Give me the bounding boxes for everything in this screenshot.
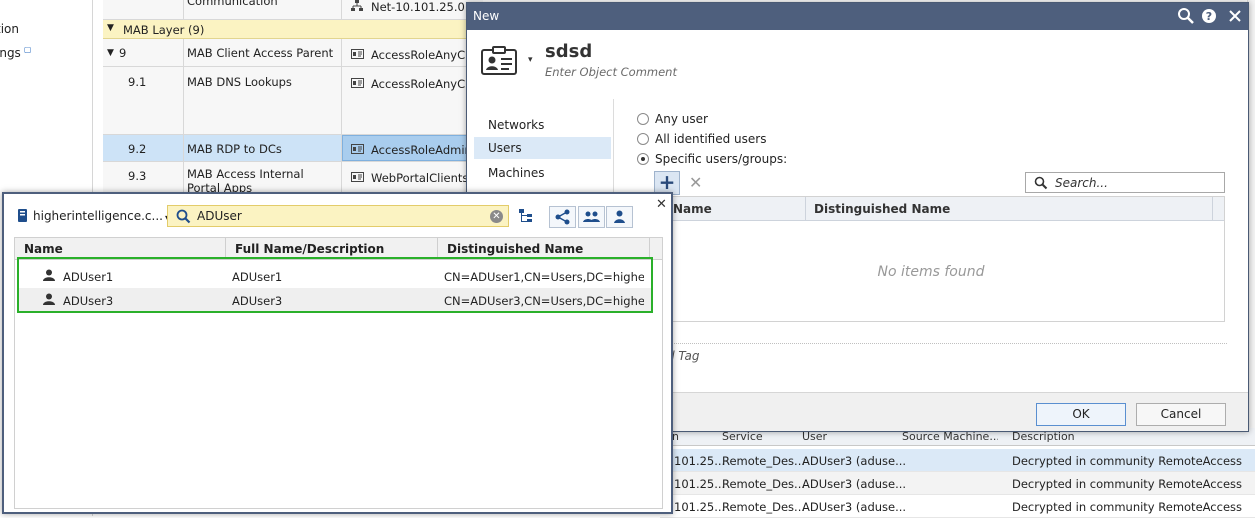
domain-selector[interactable]: higherintelligence.c...▾ [18, 209, 169, 223]
hierarchy-icon[interactable] [519, 209, 533, 223]
rule-name: MAB RDP to DCs [187, 142, 282, 156]
network-name: Net-10.101.25.0 [371, 0, 465, 14]
table-row[interactable]: Communication Net-10.101.25.0 [103, 0, 483, 20]
nav-item-users[interactable]: Users [474, 137, 611, 159]
rule-number: 9 [119, 46, 127, 60]
log-table: n Service User Source Machine... Descrip… [660, 428, 1255, 518]
rule-number: 9.2 [128, 142, 147, 156]
svg-text:?: ? [1206, 10, 1212, 23]
table-row[interactable]: 9.3 MAB Access Internal Portal Apps WebP… [103, 162, 483, 195]
group-icon[interactable] [578, 206, 605, 228]
clear-search-icon[interactable]: ✕ [490, 210, 503, 223]
source-name: AccessRoleAnyClie [371, 48, 479, 62]
table-row[interactable]: 9.2 MAB RDP to DCs AccessRoleAdmins [103, 135, 483, 162]
table-row[interactable]: 9.1 MAB DNS Lookups AccessRoleAnyClie [103, 67, 483, 135]
column-header-dn[interactable]: Distinguished Name [447, 242, 583, 256]
access-role-icon [351, 172, 364, 182]
cancel-button[interactable]: Cancel [1136, 403, 1226, 426]
network-icon [351, 0, 363, 12]
search-icon[interactable] [1177, 7, 1195, 25]
share-icon[interactable] [549, 206, 576, 228]
remove-icon[interactable]: ✕ [689, 173, 702, 192]
nav-item-networks[interactable]: Networks [474, 114, 611, 136]
users-search-input[interactable]: Search... [1025, 172, 1225, 193]
selection-highlight-box [17, 257, 653, 313]
close-icon[interactable] [1226, 7, 1244, 25]
rule-name: MAB DNS Lookups [187, 75, 292, 89]
chevron-down-icon[interactable]: ▾ [528, 55, 533, 65]
close-icon[interactable]: ✕ [656, 197, 667, 212]
column-header-name[interactable]: Name [24, 242, 63, 256]
search-icon [176, 209, 191, 224]
rule-number: 9.1 [128, 75, 147, 89]
left-panel-item[interactable]: ings▢ [0, 45, 31, 60]
user-picker-popup: higherintelligence.c...▾ ADUser ✕ ✕ Name… [2, 192, 673, 514]
table-row[interactable]: 101.25... Remote_Des... ADUser3 (aduse..… [660, 472, 1255, 495]
rule-name: MAB Client Access Parent [187, 46, 334, 60]
help-icon[interactable]: ? [1200, 7, 1218, 25]
rule-number: 9.3 [128, 169, 147, 183]
access-role-icon [351, 78, 364, 88]
table-row[interactable]: ▼ 9 MAB Client Access Parent AccessRoleA… [103, 39, 483, 67]
dialog-nav: Networks Users Machines [474, 99, 614, 199]
search-icon [1034, 176, 1048, 190]
divider [647, 343, 1227, 344]
grid-header: Name Distinguished Name [638, 197, 1224, 221]
external-link-icon: ▢ [23, 45, 32, 54]
ok-button[interactable]: OK [1036, 403, 1126, 426]
rule-name: Communication [187, 0, 278, 8]
object-name[interactable]: sdsd [545, 41, 592, 62]
collapse-arrow-icon[interactable]: ▼ [107, 46, 114, 60]
table-row[interactable]: 101.25... Remote_Des... ADUser3 (aduse..… [660, 495, 1255, 518]
object-comment-field[interactable]: Enter Object Comment [545, 65, 677, 79]
rule-name: MAB Access Internal Portal Apps [187, 167, 304, 193]
selected-users-grid: Name Distinguished Name No items found [637, 196, 1225, 322]
nav-item-machines[interactable]: Machines [474, 162, 611, 184]
source-name: WebPortalClients [371, 171, 469, 185]
user-icon[interactable] [606, 206, 633, 228]
collapse-arrow-icon[interactable]: ▼ [107, 23, 114, 33]
access-role-icon [351, 144, 364, 154]
empty-message: No items found [877, 264, 985, 280]
column-header-full-name[interactable]: Full Name/Description [235, 242, 384, 256]
dialog-title: New [473, 9, 500, 23]
dialog-titlebar[interactable]: New ? [467, 3, 1248, 30]
layer-label: MAB Layer (9) [123, 23, 205, 37]
source-name: AccessRoleAnyClie [371, 77, 479, 91]
radio-all-identified-users[interactable]: All identified users [637, 132, 766, 146]
column-header-dn[interactable]: Distinguished Name [814, 202, 950, 216]
source-name: AccessRoleAdmins [371, 143, 478, 157]
layer-header[interactable]: ▼ MAB Layer (9) [103, 20, 483, 39]
access-role-icon[interactable] [481, 46, 521, 76]
server-icon [18, 209, 27, 222]
access-role-icon [351, 49, 364, 59]
left-panel-item[interactable]: tion [0, 22, 19, 36]
table-row[interactable]: 101.25... Remote_Des... ADUser3 (aduse..… [660, 449, 1255, 472]
picker-search-input[interactable]: ADUser ✕ [167, 205, 509, 227]
column-header-name[interactable]: Name [673, 202, 712, 216]
radio-specific-users[interactable]: Specific users/groups: [637, 152, 787, 166]
radio-any-user[interactable]: Any user [637, 112, 708, 126]
